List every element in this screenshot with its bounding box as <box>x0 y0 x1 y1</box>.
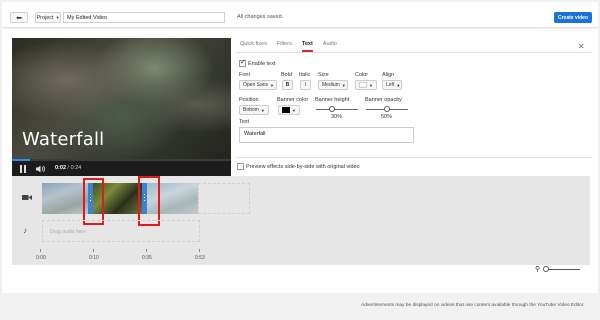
back-button[interactable]: ⬅ <box>10 12 28 23</box>
progress-bar[interactable] <box>12 159 231 161</box>
top-toolbar: ⬅ Project ▼ My Edited Video All changes … <box>2 2 598 28</box>
chevron-down-icon: ▼ <box>396 82 401 88</box>
ruler-tick-label: 0:10 <box>89 255 99 261</box>
chevron-down-icon: ▼ <box>270 82 274 88</box>
chevron-down-icon: ▼ <box>369 82 373 88</box>
duration: 0:24 <box>70 165 82 171</box>
chevron-down-icon: ▼ <box>260 107 265 113</box>
tabs-divider <box>236 52 592 53</box>
position-label: Position <box>239 97 259 103</box>
tab-filters[interactable]: Filters <box>277 40 292 52</box>
banner-height-label: Banner height <box>315 97 350 103</box>
position-value: Bottom <box>243 107 259 113</box>
chevron-down-icon: ▼ <box>292 107 296 113</box>
ruler-tick <box>40 249 41 252</box>
align-value: Left <box>386 82 395 88</box>
ruler-tick <box>199 249 200 252</box>
bold-toggle[interactable]: B <box>282 80 293 90</box>
empty-track-slot <box>198 183 250 214</box>
size-label: Size <box>318 72 329 78</box>
size-value: Medium <box>322 82 340 88</box>
video-title-input[interactable]: My Edited Video <box>63 12 225 23</box>
music-note-icon: ♪ <box>23 226 27 235</box>
banner-opacity-label: Banner opacity <box>365 97 402 103</box>
bold-icon: B <box>285 82 290 88</box>
project-menu-button[interactable]: Project ▼ <box>35 12 61 23</box>
banner-opacity-thumb[interactable] <box>384 106 390 112</box>
video-track-icon <box>22 195 32 200</box>
banner-height-value: 30% <box>331 114 343 120</box>
time-ruler <box>40 249 200 253</box>
color-swatch <box>359 82 367 88</box>
italic-toggle[interactable]: I <box>300 80 311 90</box>
video-caption-overlay: Waterfall <box>22 129 105 150</box>
size-select[interactable]: Medium ▼ <box>318 80 348 90</box>
chevron-down-icon: ▼ <box>55 15 60 20</box>
enable-text-checkbox[interactable] <box>239 58 246 67</box>
font-label: Font <box>239 72 251 78</box>
chevron-down-icon: ▼ <box>341 82 346 88</box>
text-label: Text <box>239 119 250 125</box>
section-divider <box>236 157 592 158</box>
align-label: Align <box>382 72 395 78</box>
volume-icon[interactable] <box>36 165 46 173</box>
ruler-tick <box>93 249 94 252</box>
audio-placeholder: Drag audio here <box>50 229 86 235</box>
highlight-box <box>138 176 160 226</box>
time-display: 0:02 / 0:24 <box>55 165 81 171</box>
highlight-box <box>83 178 104 225</box>
preview-side-by-side-checkbox[interactable] <box>237 163 244 170</box>
tab-quick-fixes[interactable]: Quick fixes <box>240 40 267 52</box>
pause-icon[interactable] <box>20 165 27 173</box>
font-select[interactable]: Open Sans ▼ <box>239 80 277 90</box>
ruler-tick-label: 0:53 <box>195 255 205 261</box>
italic-label: Italic <box>299 72 311 78</box>
caption-text-input[interactable]: Waterfall <box>239 127 414 143</box>
enable-text-label: Enable text <box>248 61 276 67</box>
bold-label: Bold <box>281 72 293 78</box>
video-preview[interactable]: Waterfall <box>12 38 231 159</box>
text-color-picker[interactable]: ▼ <box>355 80 377 90</box>
ruler-tick-label: 0:35 <box>142 255 152 261</box>
align-select[interactable]: Left ▼ <box>382 80 402 90</box>
banner-color-label: Banner color <box>277 97 309 103</box>
footer-disclaimer: Advertisements may be displayed on video… <box>361 303 585 308</box>
position-select[interactable]: Bottom ▼ <box>239 105 269 115</box>
current-time: 0:02 <box>55 165 67 171</box>
back-arrow-icon: ⬅ <box>16 14 22 22</box>
tab-audio[interactable]: Audio <box>323 40 337 52</box>
tab-text[interactable]: Text <box>301 40 313 52</box>
effects-tabs: Quick fixes Filters Text Audio <box>240 40 337 52</box>
save-status: All changes saved. <box>237 14 284 20</box>
close-icon[interactable]: ✕ <box>578 42 585 51</box>
font-value: Open Sans <box>243 82 269 88</box>
banner-color-picker[interactable]: ▼ <box>278 105 300 115</box>
project-label: Project <box>36 14 54 21</box>
italic-icon: I <box>304 82 307 88</box>
progress-fill <box>12 159 30 161</box>
zoom-icon: ⚲ <box>535 266 541 273</box>
ruler-tick <box>146 249 147 252</box>
zoom-slider[interactable] <box>545 269 580 270</box>
banner-height-slider[interactable] <box>316 109 358 110</box>
zoom-slider-thumb[interactable] <box>543 266 549 272</box>
preview-side-by-side-label: Preview effects side-by-side with origin… <box>246 164 360 170</box>
ruler-tick-label: 0:00 <box>36 255 46 261</box>
time-separator: / <box>67 165 70 171</box>
color-label: Color <box>355 72 369 78</box>
color-swatch <box>282 107 290 113</box>
banner-opacity-value: 50% <box>381 114 393 120</box>
create-video-button[interactable]: Create video <box>554 12 592 23</box>
player-controls: 0:02 / 0:24 <box>12 159 231 176</box>
